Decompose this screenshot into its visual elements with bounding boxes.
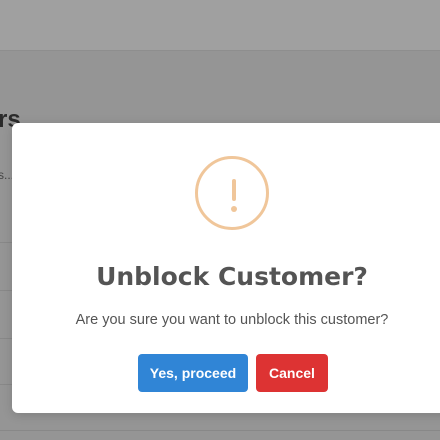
exclamation-bar — [232, 179, 236, 201]
exclamation-dot — [231, 206, 237, 212]
dialog-message: Are you sure you want to unblock this cu… — [75, 312, 389, 328]
warning-icon — [195, 156, 269, 230]
dialog-title: Unblock Customer? — [96, 262, 368, 291]
confirm-button[interactable]: Yes, proceed — [138, 354, 248, 392]
page: rs s... Unblock Customer? Are you sure y… — [0, 0, 440, 440]
confirm-dialog: Unblock Customer? Are you sure you want … — [12, 123, 440, 413]
cancel-button[interactable]: Cancel — [256, 354, 328, 392]
